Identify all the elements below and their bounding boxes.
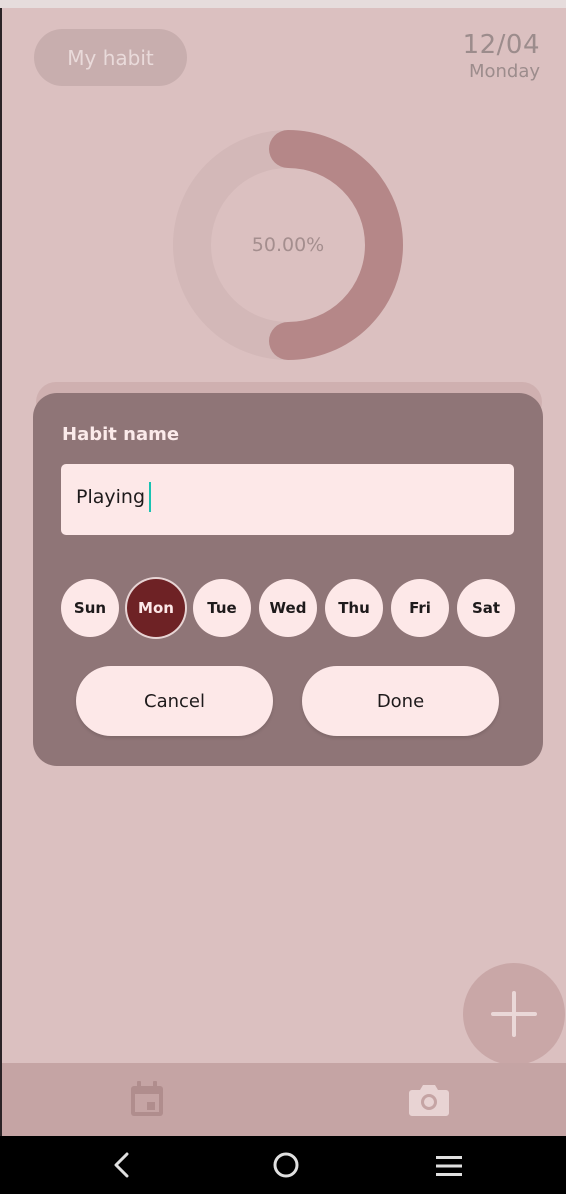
day-wed[interactable]: Wed [259, 579, 317, 637]
plus-icon-stroke [512, 991, 516, 1037]
habit-name-input[interactable]: Playing [61, 464, 514, 535]
text-caret [149, 482, 151, 512]
weekday-text: Monday [468, 61, 540, 82]
system-nav-bar [0, 1136, 566, 1194]
day-fri[interactable]: Fri [391, 579, 449, 637]
dialog-title: Habit name [62, 424, 180, 445]
habit-dialog: Habit name Playing Sun Mon Tue Wed Thu F… [33, 393, 543, 766]
app-screen: My habit 12/04 Monday 50.00% Habit name … [0, 0, 566, 1194]
day-thu[interactable]: Thu [325, 579, 383, 637]
calendar-icon[interactable] [129, 1080, 165, 1118]
add-habit-button[interactable] [463, 963, 565, 1065]
day-sat[interactable]: Sat [457, 579, 515, 637]
date-display: 12/04 Monday [463, 30, 540, 84]
bottom-nav [2, 1063, 566, 1136]
camera-icon[interactable] [408, 1083, 450, 1117]
progress-percent: 50.00% [251, 234, 325, 256]
habit-name-value[interactable]: Playing [76, 486, 145, 508]
home-icon[interactable] [272, 1151, 300, 1179]
day-mon[interactable]: Mon [127, 579, 185, 637]
weekday-selector: Sun Mon Tue Wed Thu Fri Sat [61, 579, 517, 639]
status-strip [0, 0, 566, 8]
date-text: 12/04 [462, 30, 540, 60]
menu-icon[interactable] [435, 1154, 463, 1178]
day-sun[interactable]: Sun [61, 579, 119, 637]
cancel-button[interactable]: Cancel [76, 666, 273, 736]
my-habit-chip[interactable]: My habit [34, 29, 187, 86]
day-tue[interactable]: Tue [193, 579, 251, 637]
done-button[interactable]: Done [302, 666, 499, 736]
back-icon[interactable] [110, 1150, 134, 1180]
app-content: My habit 12/04 Monday 50.00% Habit name … [2, 8, 566, 1136]
